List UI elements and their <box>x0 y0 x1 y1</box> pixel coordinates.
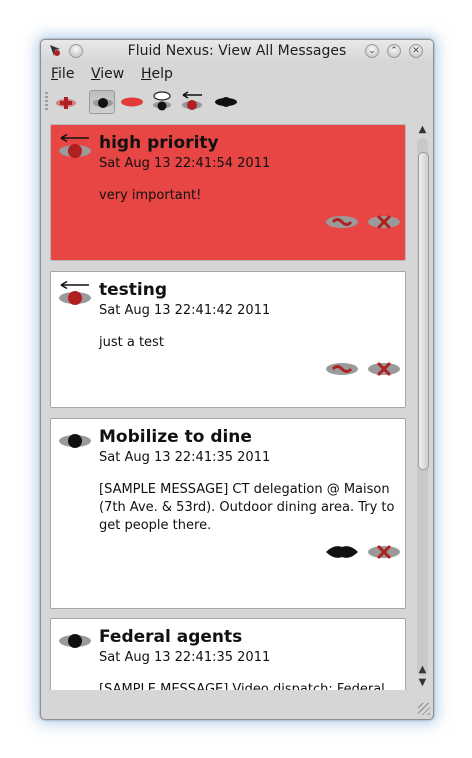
delete-message-icon[interactable] <box>367 543 401 561</box>
app-window: Fluid Nexus: View All Messages ⌄ ⌃ ✕ Fil… <box>40 39 434 720</box>
view-public-icon <box>215 97 237 107</box>
delete-message-icon[interactable] <box>367 360 401 378</box>
delete-message-icon[interactable] <box>367 213 401 231</box>
menu-file-mnemonic: F <box>51 66 59 82</box>
scroll-up-arrow-icon[interactable]: ▲ <box>416 664 429 676</box>
view-high-priority-button[interactable] <box>179 90 205 114</box>
scroll-up-arrow-icon[interactable]: ▲ <box>416 124 429 136</box>
message-body: just a test <box>99 335 164 350</box>
new-message-icon <box>56 97 76 109</box>
message-body: [SAMPLE MESSAGE] CT delegation @ Maison … <box>99 482 395 533</box>
edit-message-icon[interactable] <box>325 360 359 378</box>
menu-help-mnemonic: H <box>141 66 152 82</box>
message-time: Sat Aug 13 22:41:54 2011 <box>99 156 271 171</box>
view-blacklist-icon <box>153 91 171 111</box>
blacklist-message-icon[interactable] <box>325 543 359 561</box>
message-body: very important! <box>99 188 202 203</box>
menu-file-label: ile <box>58 66 75 82</box>
message-title: Federal agents <box>99 627 243 647</box>
message-time: Sat Aug 13 22:41:35 2011 <box>99 450 271 465</box>
incoming-message-icon <box>59 434 91 448</box>
message-time: Sat Aug 13 22:41:42 2011 <box>99 303 271 318</box>
menu-view[interactable]: View <box>91 66 124 82</box>
message-card[interactable]: testing Sat Aug 13 22:41:42 2011 just a … <box>50 271 406 408</box>
title-bar[interactable]: Fluid Nexus: View All Messages ⌄ ⌃ ✕ <box>41 40 433 62</box>
toolbar-grip[interactable] <box>45 92 48 112</box>
message-title: testing <box>99 280 167 300</box>
toolbar <box>41 88 433 116</box>
message-card[interactable]: Mobilize to dine Sat Aug 13 22:41:35 201… <box>50 418 406 609</box>
view-outgoing-button[interactable] <box>119 90 145 114</box>
menu-view-mnemonic: V <box>91 66 101 82</box>
menu-bar: File View Help <box>41 64 433 86</box>
minimize-button[interactable]: ⌄ <box>365 44 379 58</box>
menu-help[interactable]: Help <box>141 66 173 82</box>
view-outgoing-icon <box>121 97 143 107</box>
message-time: Sat Aug 13 22:41:35 2011 <box>99 650 271 665</box>
vertical-scrollbar[interactable]: ▲ ▲ ▼ <box>416 124 429 690</box>
status-bar <box>41 692 433 718</box>
scrollbar-thumb[interactable] <box>418 152 429 470</box>
scroll-down-arrow-icon[interactable]: ▼ <box>416 677 429 689</box>
resize-grip-icon[interactable] <box>418 703 430 715</box>
view-blacklist-button[interactable] <box>149 90 175 114</box>
message-list[interactable]: high priority Sat Aug 13 22:41:54 2011 v… <box>47 124 411 690</box>
edit-message-icon[interactable] <box>325 213 359 231</box>
incoming-message-icon <box>59 634 91 648</box>
new-message-button[interactable] <box>53 90 79 114</box>
message-title: Mobilize to dine <box>99 427 252 447</box>
message-card[interactable]: high priority Sat Aug 13 22:41:54 2011 v… <box>50 124 406 261</box>
view-all-icon <box>93 98 113 108</box>
view-all-button[interactable] <box>89 90 115 114</box>
message-title: high priority <box>99 133 219 153</box>
close-button[interactable]: ✕ <box>409 44 423 58</box>
message-card[interactable]: Federal agents Sat Aug 13 22:41:35 2011 … <box>50 618 406 690</box>
menu-file[interactable]: File <box>51 66 74 82</box>
menu-help-label: elp <box>151 66 173 82</box>
menu-view-label: iew <box>100 66 125 82</box>
message-body: [SAMPLE MESSAGE] Video dispatch: Federal <box>99 682 385 690</box>
view-public-button[interactable] <box>213 90 239 114</box>
maximize-button[interactable]: ⌃ <box>387 44 401 58</box>
outgoing-priority-icon <box>59 133 91 158</box>
view-high-priority-icon <box>182 91 202 110</box>
scrollbar-track[interactable] <box>417 138 429 676</box>
outgoing-message-icon <box>59 280 91 305</box>
